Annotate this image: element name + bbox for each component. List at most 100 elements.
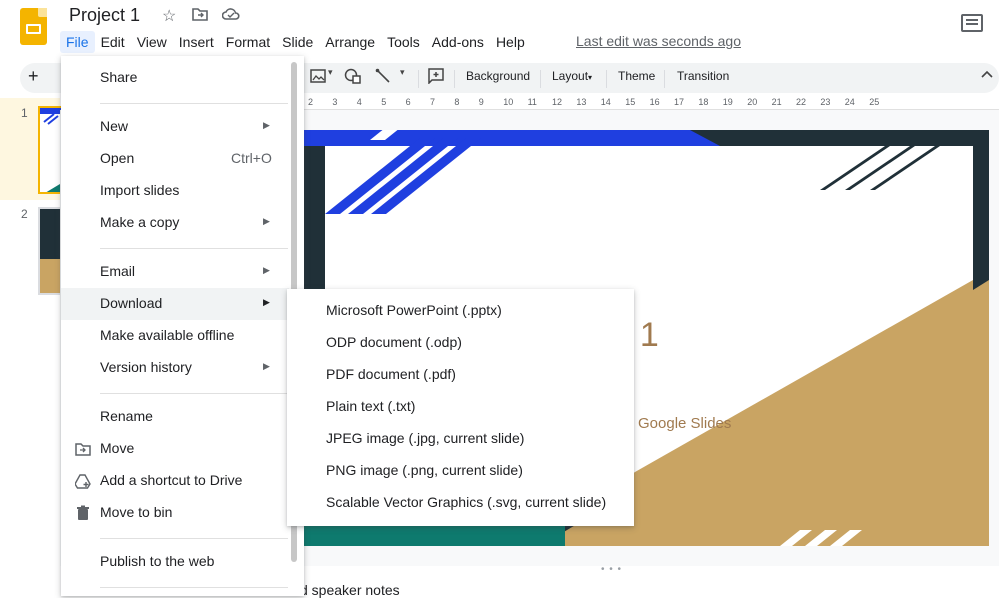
add-shortcut-label: Add a shortcut to Drive xyxy=(100,472,243,488)
file-menu-make-offline[interactable]: Make available offline xyxy=(61,320,289,352)
file-menu-new[interactable]: New ▶ xyxy=(61,111,289,143)
download-pptx[interactable]: Microsoft PowerPoint (.pptx) xyxy=(287,295,634,327)
png-label: PNG image (.png, current slide) xyxy=(326,462,523,478)
ruler-tick-label: 5 xyxy=(381,97,387,107)
email-label: Email xyxy=(100,263,136,279)
toolbar-divider xyxy=(418,70,419,88)
ruler-tick-label: 19 xyxy=(722,97,733,107)
ruler-tick-label: 16 xyxy=(649,97,660,107)
ruler-tick-label: 17 xyxy=(674,97,685,107)
layout-button[interactable]: Layout▾ xyxy=(552,69,592,83)
download-txt[interactable]: Plain text (.txt) xyxy=(287,391,634,423)
menu-separator xyxy=(100,248,288,249)
ruler-tick-label: 7 xyxy=(430,97,436,107)
theme-button[interactable]: Theme xyxy=(618,69,655,83)
txt-label: Plain text (.txt) xyxy=(326,398,416,414)
comment-history-icon[interactable] xyxy=(961,14,983,32)
file-menu-add-shortcut[interactable]: Add a shortcut to Drive xyxy=(61,465,289,497)
menu-slide[interactable]: Slide xyxy=(276,31,319,53)
odp-label: ODP document (.odp) xyxy=(326,334,462,350)
menu-format[interactable]: Format xyxy=(220,31,276,53)
menu-tools[interactable]: Tools xyxy=(381,31,426,53)
menu-separator xyxy=(100,587,288,588)
ruler-tick-label: 8 xyxy=(454,97,460,107)
download-odp[interactable]: ODP document (.odp) xyxy=(287,327,634,359)
transition-button[interactable]: Transition xyxy=(677,69,729,83)
add-comment-icon[interactable] xyxy=(428,68,444,87)
file-menu-publish[interactable]: Publish to the web xyxy=(61,546,289,578)
ruler-tick-label: 24 xyxy=(844,97,855,107)
menu-edit[interactable]: Edit xyxy=(95,31,131,53)
toolbar-divider xyxy=(606,70,607,88)
new-label: New xyxy=(100,118,129,134)
ruler-tick-label: 2 xyxy=(308,97,314,107)
file-menu-email[interactable]: Email ▶ xyxy=(61,256,289,288)
move-folder-icon xyxy=(75,441,91,457)
line-icon[interactable] xyxy=(375,68,391,87)
svg-label: Scalable Vector Graphics (.svg, current … xyxy=(326,494,607,510)
speaker-notes-placeholder[interactable]: d speaker notes xyxy=(300,582,400,598)
menu-insert[interactable]: Insert xyxy=(173,31,220,53)
menu-file[interactable]: File xyxy=(60,31,95,53)
slide-subtitle-text[interactable]: Google Slides xyxy=(638,415,731,432)
collapse-toolbar-icon[interactable] xyxy=(980,68,994,82)
layout-label: Layout xyxy=(552,69,589,83)
download-png[interactable]: PNG image (.png, current slide) xyxy=(287,455,634,487)
download-label: Download xyxy=(100,295,163,311)
import-slides-label: Import slides xyxy=(100,182,180,198)
download-svg[interactable]: Scalable Vector Graphics (.svg, current … xyxy=(287,487,634,519)
slides-logo-icon[interactable] xyxy=(20,8,47,45)
open-label: Open xyxy=(100,150,135,166)
slide-number-2: 2 xyxy=(21,207,28,221)
file-menu-move[interactable]: Move xyxy=(61,433,289,465)
file-menu-import-slides[interactable]: Import slides xyxy=(61,175,289,207)
ruler-tick-label: 25 xyxy=(869,97,880,107)
file-menu-move-to-bin[interactable]: Move to bin xyxy=(61,497,289,529)
toolbar-divider xyxy=(540,70,541,88)
new-slide-plus-icon[interactable]: + xyxy=(28,66,39,87)
submenu-arrow-icon: ▶ xyxy=(263,265,270,275)
ruler-tick-label: 15 xyxy=(625,97,636,107)
menu-help[interactable]: Help xyxy=(490,31,531,53)
menu-arrange[interactable]: Arrange xyxy=(319,31,381,53)
ruler-tick-label: 6 xyxy=(405,97,411,107)
last-edit-link[interactable]: Last edit was seconds ago xyxy=(576,33,741,49)
file-menu-make-copy[interactable]: Make a copy ▶ xyxy=(61,207,289,239)
image-icon[interactable] xyxy=(310,68,326,87)
ruler-tick-label: 18 xyxy=(698,97,709,107)
ruler-tick-label: 13 xyxy=(576,97,587,107)
file-menu-download[interactable]: Download ▶ xyxy=(61,288,289,320)
menu-separator xyxy=(100,393,288,394)
ruler-tick-label: 9 xyxy=(478,97,484,107)
menu-view[interactable]: View xyxy=(131,31,173,53)
shape-icon[interactable] xyxy=(344,68,362,87)
background-button[interactable]: Background xyxy=(466,69,530,83)
toolbar-divider xyxy=(454,70,455,88)
ruler-tick-label: 20 xyxy=(747,97,758,107)
ruler-tick-label: 14 xyxy=(600,97,611,107)
line-dropdown-icon[interactable]: ▾ xyxy=(400,67,405,78)
submenu-arrow-icon: ▶ xyxy=(263,216,270,226)
star-icon[interactable]: ☆ xyxy=(162,6,176,26)
move-folder-icon[interactable] xyxy=(192,7,208,26)
file-menu-open[interactable]: Open Ctrl+O xyxy=(61,143,289,175)
file-menu-share[interactable]: Share xyxy=(61,62,289,94)
cloud-saved-icon[interactable] xyxy=(221,7,240,26)
share-label: Share xyxy=(100,69,138,85)
move-label: Move xyxy=(100,440,135,456)
pdf-label: PDF document (.pdf) xyxy=(326,366,456,382)
drive-shortcut-icon xyxy=(74,473,91,489)
submenu-arrow-icon: ▶ xyxy=(263,297,270,307)
download-pdf[interactable]: PDF document (.pdf) xyxy=(287,359,634,391)
ruler-tick-label: 22 xyxy=(796,97,807,107)
ruler-tick-label: 3 xyxy=(332,97,338,107)
notes-resize-handle[interactable]: • • • xyxy=(601,564,622,575)
file-menu-rename[interactable]: Rename xyxy=(61,401,289,433)
document-title[interactable]: Project 1 xyxy=(69,5,140,26)
image-dropdown-icon[interactable]: ▾ xyxy=(328,67,333,78)
download-jpg[interactable]: JPEG image (.jpg, current slide) xyxy=(287,423,634,455)
ruler-tick-label: 12 xyxy=(552,97,563,107)
menu-addons[interactable]: Add-ons xyxy=(426,31,490,53)
file-menu-version-history[interactable]: Version history ▶ xyxy=(61,352,289,384)
slide-number-1: 1 xyxy=(21,106,28,120)
